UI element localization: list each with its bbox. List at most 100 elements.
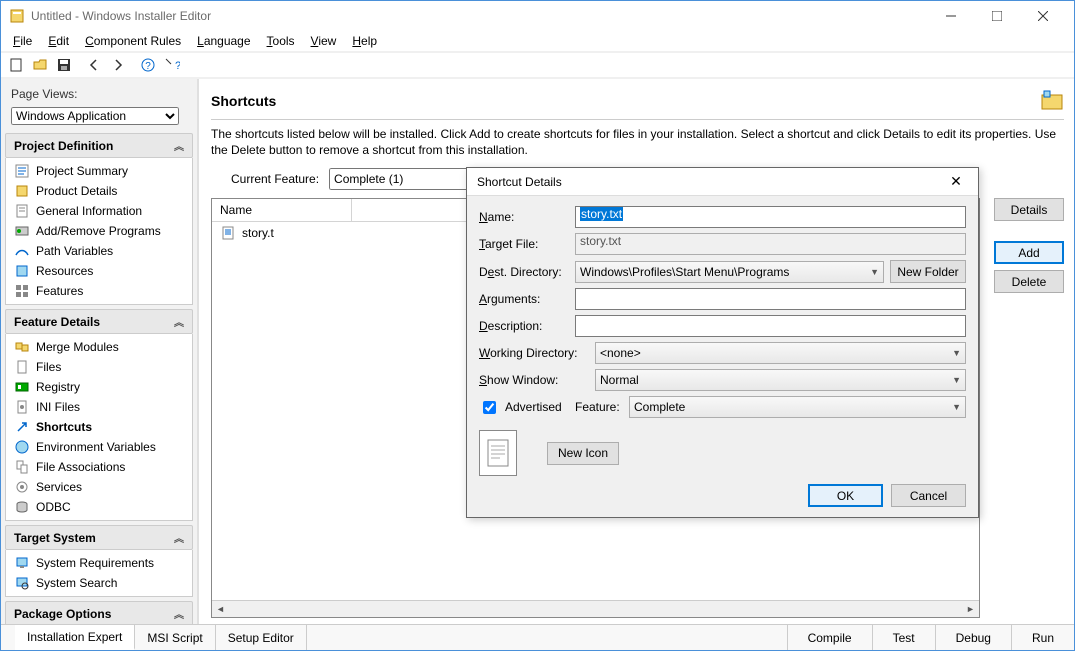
new-icon[interactable] (5, 54, 27, 76)
working-directory-label: Working Directory: (479, 346, 595, 360)
chevron-down-icon: ▼ (952, 375, 961, 385)
menu-help[interactable]: Help (344, 32, 385, 50)
target-file-field: story.txt (575, 233, 966, 255)
new-folder-button[interactable]: New Folder (890, 260, 966, 283)
nav-resources[interactable]: Resources (6, 261, 192, 281)
chevron-down-icon: ▼ (870, 267, 879, 277)
feature-label: Feature: (575, 400, 629, 414)
menu-language[interactable]: Language (189, 32, 258, 50)
advertised-checkbox[interactable] (483, 401, 496, 414)
working-directory-select[interactable]: <none>▼ (595, 342, 966, 364)
current-feature-label: Current Feature: (231, 172, 319, 186)
nav-odbc[interactable]: ODBC (6, 497, 192, 517)
menu-view[interactable]: View (303, 32, 345, 50)
context-help-icon[interactable]: ? (161, 54, 183, 76)
tab-compile[interactable]: Compile (787, 625, 872, 650)
title-bar: Untitled - Windows Installer Editor (1, 1, 1074, 31)
target-file-label: Target File: (479, 237, 575, 251)
page-description: The shortcuts listed below will be insta… (211, 126, 1064, 158)
chevron-up-icon: ︽ (174, 606, 184, 621)
section-target-system[interactable]: Target System︽ (5, 525, 193, 550)
nav-ini-files[interactable]: INI Files (6, 397, 192, 417)
content-pane: Shortcuts The shortcuts listed below wil… (199, 79, 1074, 624)
nav-system-search[interactable]: System Search (6, 573, 192, 593)
svg-text:?: ? (145, 61, 151, 72)
window-title: Untitled - Windows Installer Editor (31, 9, 928, 23)
section-project-definition[interactable]: Project Definition︽ (5, 133, 193, 158)
name-label: Name: (479, 210, 575, 224)
chevron-down-icon: ▼ (952, 402, 961, 412)
page-views-label: Page Views: (5, 83, 193, 105)
advertised-label: Advertised (505, 400, 562, 414)
tab-run[interactable]: Run (1011, 625, 1074, 650)
description-input[interactable] (575, 315, 966, 337)
nav-project-summary[interactable]: Project Summary (6, 161, 192, 181)
details-button[interactable]: Details (994, 198, 1064, 221)
dialog-close-button[interactable]: ✕ (944, 172, 968, 192)
cancel-button[interactable]: Cancel (891, 484, 966, 507)
menu-component-rules[interactable]: Component Rules (77, 32, 189, 50)
file-icon (220, 225, 236, 241)
nav-shortcuts[interactable]: Shortcuts (6, 417, 192, 437)
nav-merge-modules[interactable]: Merge Modules (6, 337, 192, 357)
svg-text:?: ? (175, 60, 180, 72)
maximize-button[interactable] (974, 2, 1020, 30)
nav-registry[interactable]: Registry (6, 377, 192, 397)
menu-file[interactable]: File (5, 32, 40, 50)
nav-services[interactable]: Services (6, 477, 192, 497)
chevron-up-icon: ︽ (174, 530, 184, 545)
dest-directory-label: Dest. Directory: (479, 265, 575, 279)
horizontal-scrollbar[interactable]: ◄ ► (212, 600, 979, 617)
new-icon-button[interactable]: New Icon (547, 442, 619, 465)
forward-icon[interactable] (107, 54, 129, 76)
tab-debug[interactable]: Debug (935, 625, 1011, 650)
save-icon[interactable] (53, 54, 75, 76)
tab-installation-expert[interactable]: Installation Expert (15, 625, 135, 650)
arguments-input[interactable] (575, 288, 966, 310)
section-feature-details[interactable]: Feature Details︽ (5, 309, 193, 334)
sidebar: Page Views: Windows Application Project … (1, 79, 199, 624)
scroll-left-icon[interactable]: ◄ (212, 601, 229, 617)
nav-file-associations[interactable]: File Associations (6, 457, 192, 477)
page-view-select[interactable]: Windows Application (11, 107, 179, 125)
show-window-label: Show Window: (479, 373, 575, 387)
app-icon (9, 8, 25, 24)
chevron-up-icon: ︽ (174, 138, 184, 153)
open-icon[interactable] (29, 54, 51, 76)
delete-button[interactable]: Delete (994, 270, 1064, 293)
add-button[interactable]: Add (994, 241, 1064, 264)
menu-bar: File Edit Component Rules Language Tools… (1, 31, 1074, 51)
chevron-up-icon: ︽ (174, 314, 184, 329)
nav-general-information[interactable]: General Information (6, 201, 192, 221)
nav-features[interactable]: Features (6, 281, 192, 301)
tab-test[interactable]: Test (872, 625, 935, 650)
name-input[interactable]: story.txt (575, 206, 966, 228)
feature-select[interactable]: Complete▼ (629, 396, 966, 418)
dest-directory-select[interactable]: Windows\Profiles\Start Menu\Programs▼ (575, 261, 884, 283)
menu-edit[interactable]: Edit (40, 32, 77, 50)
tab-setup-editor[interactable]: Setup Editor (216, 625, 307, 650)
scroll-right-icon[interactable]: ► (962, 601, 979, 617)
description-label: Description: (479, 319, 575, 333)
nav-system-requirements[interactable]: System Requirements (6, 553, 192, 573)
nav-path-variables[interactable]: Path Variables (6, 241, 192, 261)
ok-button[interactable]: OK (808, 484, 883, 507)
nav-environment-variables[interactable]: Environment Variables (6, 437, 192, 457)
show-window-select[interactable]: Normal▼ (595, 369, 966, 391)
help-icon[interactable]: ? (137, 54, 159, 76)
menu-tools[interactable]: Tools (259, 32, 303, 50)
nav-files[interactable]: Files (6, 357, 192, 377)
close-button[interactable] (1020, 2, 1066, 30)
tab-msi-script[interactable]: MSI Script (135, 625, 215, 650)
section-package-options[interactable]: Package Options︽ (5, 601, 193, 624)
arguments-label: Arguments: (479, 292, 575, 306)
chevron-down-icon: ▼ (952, 348, 961, 358)
dialog-title: Shortcut Details (477, 175, 562, 189)
nav-add-remove-programs[interactable]: Add/Remove Programs (6, 221, 192, 241)
back-icon[interactable] (83, 54, 105, 76)
icon-preview (479, 430, 517, 476)
shortcuts-header-icon (1040, 89, 1064, 113)
nav-product-details[interactable]: Product Details (6, 181, 192, 201)
minimize-button[interactable] (928, 2, 974, 30)
col-name[interactable]: Name (212, 199, 352, 221)
